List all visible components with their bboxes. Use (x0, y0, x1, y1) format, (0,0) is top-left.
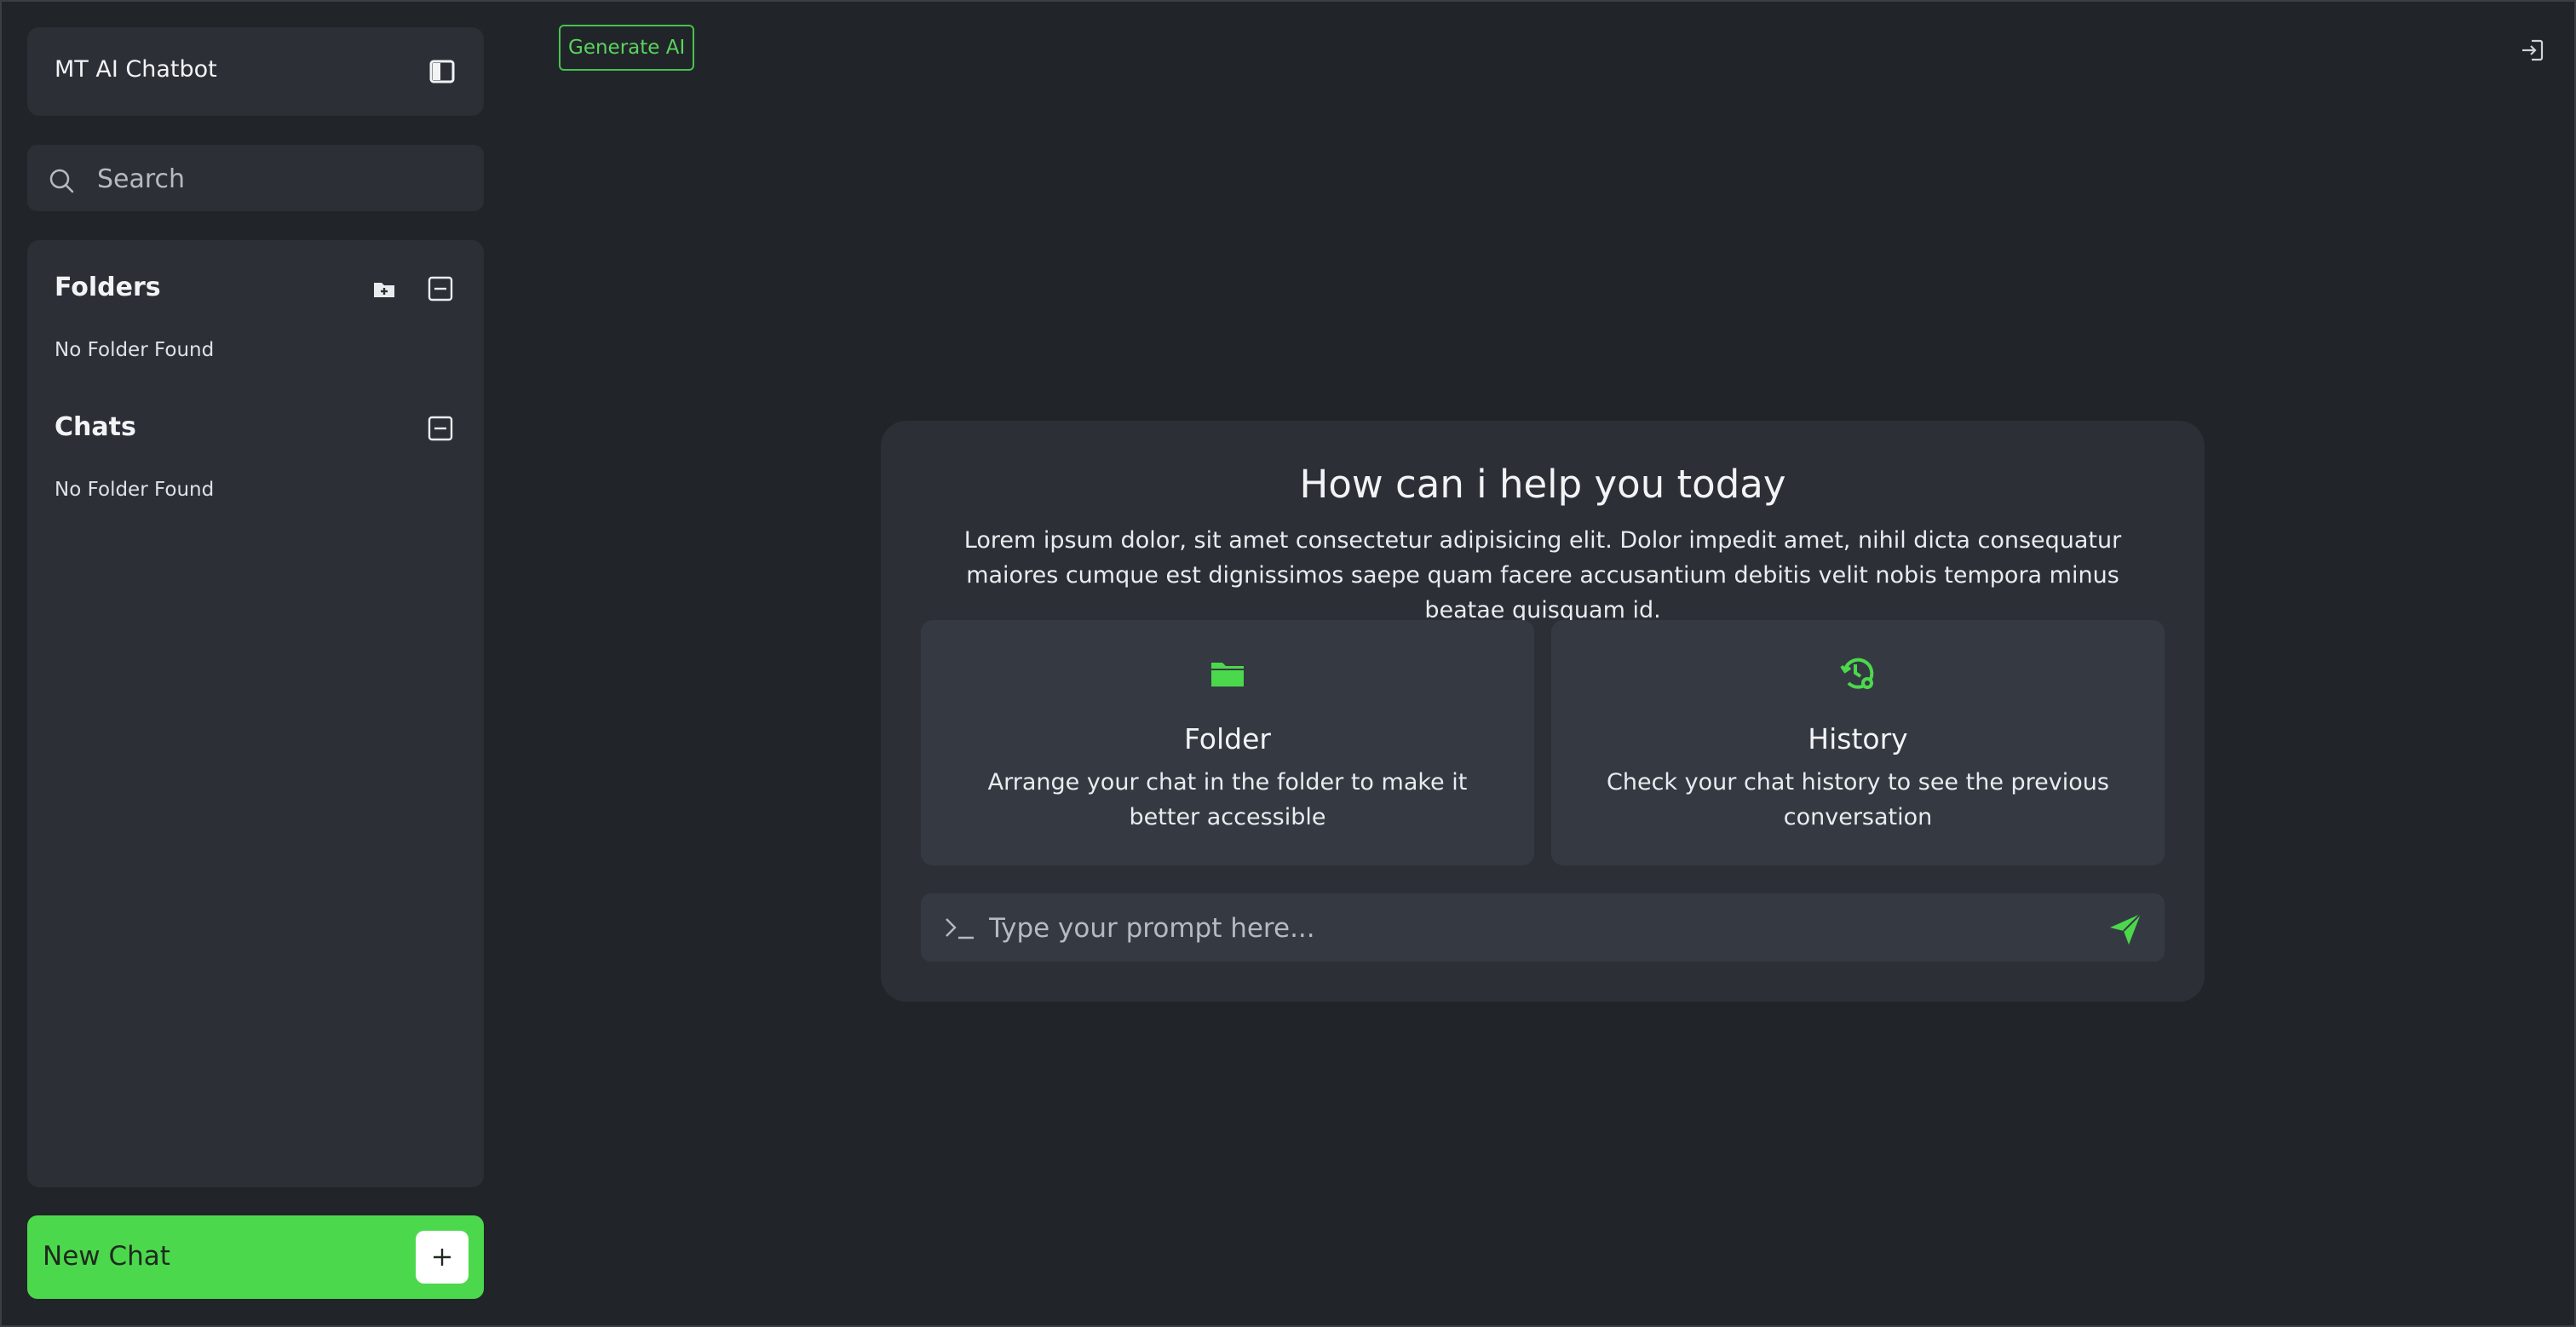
new-chat-button[interactable]: New Chat (27, 1215, 484, 1299)
search-box (27, 145, 484, 211)
sidebar-panel: Folders No Folder Found Chats No Folder … (27, 240, 484, 1187)
new-chat-plus-box[interactable] (416, 1231, 469, 1284)
welcome-card: How can i help you today Lorem ipsum dol… (881, 421, 2205, 1002)
folder-add-icon[interactable] (371, 276, 397, 302)
folders-collapse-icon[interactable] (428, 276, 453, 302)
chats-empty-text: No Folder Found (55, 479, 215, 501)
prompt-bar (921, 893, 2165, 962)
sidebar-toggle-icon[interactable] (429, 60, 455, 83)
sidebar-header: MT AI Chatbot (27, 27, 484, 116)
feature-description: Check your chat history to see the previ… (1607, 769, 2109, 830)
folders-empty-text: No Folder Found (55, 339, 215, 361)
feature-description: Arrange your chat in the folder to make … (987, 769, 1468, 830)
prompt-input[interactable] (987, 905, 2081, 951)
welcome-title: How can i help you today (1299, 462, 1786, 507)
logout-icon[interactable] (2520, 37, 2545, 63)
welcome-description: Lorem ipsum dolor, sit amet consectetur … (963, 527, 2122, 623)
search-input[interactable] (95, 157, 465, 201)
generate-ai-button[interactable]: Generate AI (559, 25, 695, 71)
folders-heading: Folders (55, 273, 161, 302)
new-chat-label: New Chat (43, 1241, 170, 1272)
folder-icon (1211, 663, 1244, 686)
chats-collapse-icon[interactable] (428, 416, 453, 441)
chats-heading: Chats (55, 412, 136, 442)
plus-icon (434, 1249, 451, 1266)
send-icon[interactable] (2108, 912, 2142, 946)
feature-card-history[interactable]: History Check your chat history to see t… (1551, 620, 2165, 865)
feature-title: Folder (1184, 722, 1271, 755)
history-settings-icon (1840, 658, 1874, 689)
feature-card-folder[interactable]: Folder Arrange your chat in the folder t… (921, 620, 1534, 865)
terminal-icon (946, 918, 974, 939)
app-title: MT AI Chatbot (55, 56, 217, 83)
feature-title: History (1808, 722, 1908, 755)
search-icon (49, 169, 74, 193)
